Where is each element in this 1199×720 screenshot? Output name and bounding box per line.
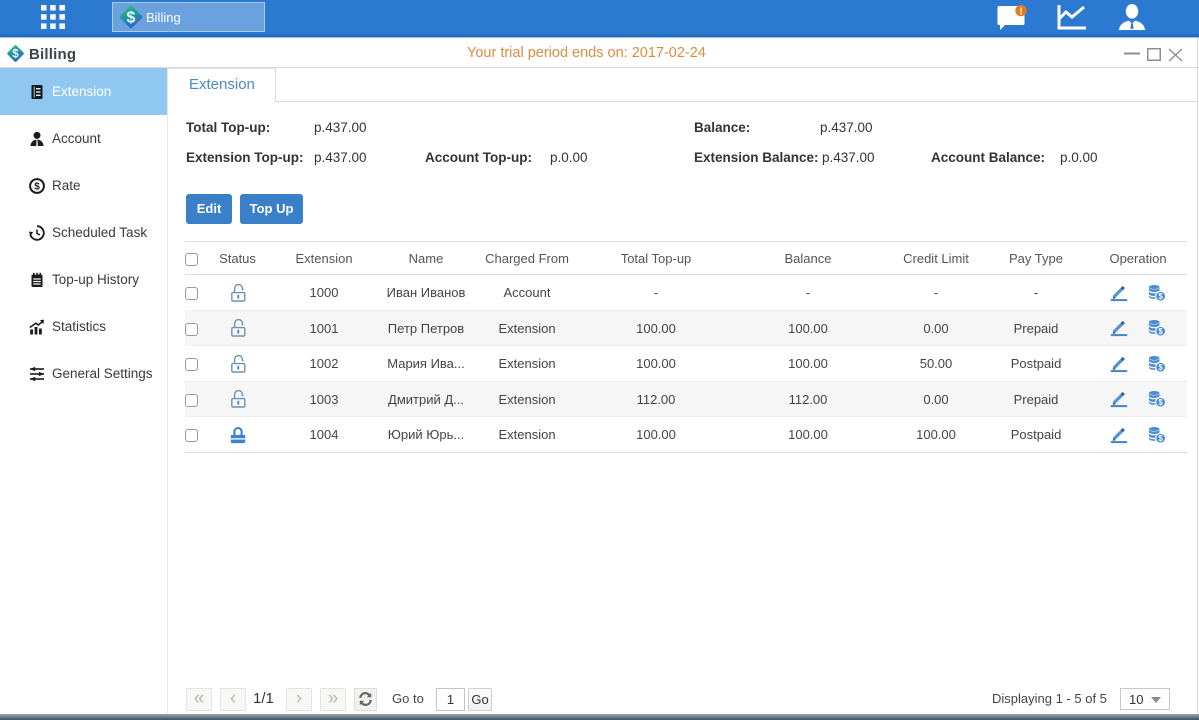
svg-text:$: $ xyxy=(1158,327,1163,336)
svg-text:$: $ xyxy=(127,10,136,27)
svg-text:$: $ xyxy=(1158,363,1163,372)
svg-text:$: $ xyxy=(12,49,19,61)
svg-text:$: $ xyxy=(1158,292,1163,301)
svg-text:$: $ xyxy=(1158,434,1163,443)
svg-text:!: ! xyxy=(1019,7,1022,18)
svg-text:$: $ xyxy=(1158,398,1163,407)
svg-text:$: $ xyxy=(34,181,40,192)
